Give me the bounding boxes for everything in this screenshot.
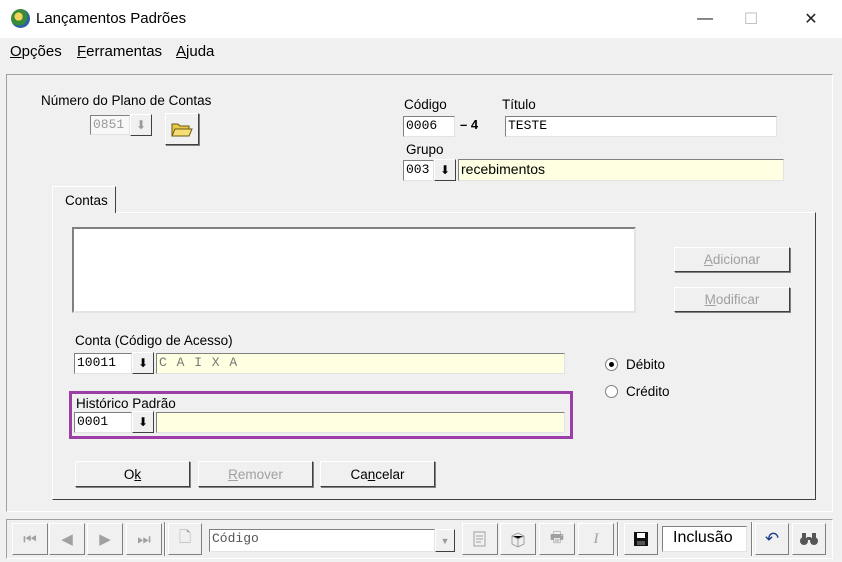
menu-ferramentas[interactable]: Ferramentas — [77, 43, 162, 60]
open-folder-button[interactable] — [165, 113, 199, 145]
close-button[interactable]: ✕ — [788, 0, 834, 38]
new-document-icon[interactable]: 🗋 — [168, 523, 202, 555]
codigo-label: Código — [404, 97, 447, 112]
cancelar-button[interactable]: Ca n celar — [320, 461, 435, 487]
minimize-button[interactable]: — — [682, 0, 728, 38]
save-icon[interactable] — [624, 523, 658, 555]
previous-record-icon[interactable]: ◀ — [49, 523, 85, 555]
codigo-suffix: – 4 — [460, 117, 479, 132]
debito-label: Débito — [626, 357, 666, 372]
historico-code-field[interactable]: 0001 — [74, 412, 132, 433]
conta-dropdown-button[interactable]: ⬇ — [132, 352, 154, 374]
toolbar-separator — [617, 522, 619, 556]
grupo-dropdown-button[interactable]: ⬇ — [434, 159, 456, 181]
ok-button[interactable]: Ok — [75, 461, 190, 487]
grupo-code-field[interactable]: 003 — [403, 160, 434, 181]
window-title: Lançamentos Padrões — [36, 10, 187, 27]
credito-label: Crédito — [626, 384, 670, 399]
report-icon[interactable] — [462, 523, 498, 555]
historico-dropdown-button[interactable]: ⬇ — [132, 411, 154, 433]
next-record-icon[interactable]: ▶ — [87, 523, 123, 555]
modificar-button[interactable]: Modificar — [674, 287, 790, 312]
credito-radio[interactable] — [605, 385, 618, 398]
toolbar-separator — [164, 522, 166, 556]
toolbar-separator — [751, 522, 753, 556]
tab-contas[interactable]: Contas — [52, 186, 116, 213]
open-folder-icon — [171, 123, 193, 137]
undo-icon[interactable]: ↶ — [755, 523, 789, 555]
plano-dropdown-icon: ⬇ — [130, 114, 152, 136]
grupo-name-field: recebimentos — [458, 159, 784, 181]
last-record-icon[interactable]: ⏭ — [126, 523, 162, 555]
grupo-label: Grupo — [406, 142, 444, 157]
search-field-input[interactable]: Código — [209, 529, 435, 552]
historico-label: Histórico Padrão — [76, 396, 176, 411]
conta-label: Conta (Código de Acesso) — [75, 333, 233, 348]
historico-text-field[interactable] — [156, 412, 565, 433]
adicionar-button[interactable]: Adicionar — [674, 247, 790, 272]
maximize-button[interactable]: ☐ — [728, 0, 774, 38]
first-record-icon[interactable]: ⏮ — [12, 523, 48, 555]
plano-field: 0851 — [90, 115, 130, 135]
italic-icon[interactable]: I — [578, 523, 614, 555]
conta-code-field[interactable]: 10011 — [74, 353, 132, 374]
package-icon[interactable] — [500, 523, 536, 555]
remover-button[interactable]: Remover — [198, 461, 313, 487]
codigo-field[interactable]: 0006 — [403, 116, 455, 137]
contas-list[interactable] — [72, 227, 636, 313]
menu-ajuda[interactable]: Ajuda — [176, 43, 214, 60]
debito-radio[interactable] — [605, 358, 618, 371]
search-field-dropdown[interactable]: ▼ — [435, 529, 455, 552]
titulo-field[interactable]: TESTE — [505, 116, 777, 137]
conta-name-field: C A I X A — [156, 353, 565, 374]
app-icon — [11, 9, 30, 28]
print-icon[interactable]: 🖶 — [539, 523, 575, 555]
titulo-label: Título — [502, 97, 536, 112]
plano-label: Número do Plano de Contas — [41, 93, 212, 108]
menu-opcoes[interactable]: Opções — [10, 43, 62, 60]
mode-indicator: Inclusão — [662, 526, 747, 552]
binoculars-icon[interactable] — [792, 523, 826, 555]
